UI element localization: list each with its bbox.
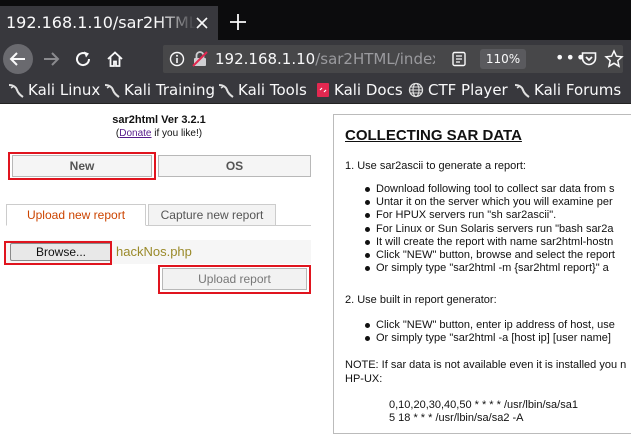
bookmark-kali-forums[interactable]: Kali Forums	[514, 78, 622, 103]
bookmark-kali-linux[interactable]: Kali Linux	[8, 78, 101, 103]
os-button[interactable]: OS	[158, 155, 311, 177]
kali-dragon-icon	[218, 84, 234, 98]
navigation-toolbar: 192.168.1.10/sar2HTML/index 110% •••	[0, 40, 631, 78]
control-panel: sar2html Ver 3.2.1 (Donate if you like!)…	[0, 104, 320, 429]
step1-heading: 1. Use sar2ascii to generate a report:	[345, 160, 526, 172]
note-text: NOTE: If sar data is not available even …	[345, 359, 627, 371]
step1-list: Download following tool to collect sar d…	[365, 183, 615, 275]
browser-tab-strip: 192.168.1.10/sar2HTML/index	[0, 0, 631, 40]
globe-icon	[408, 82, 424, 98]
step2-list: Click "NEW" button, enter ip address of …	[365, 319, 615, 345]
close-tab-icon[interactable]	[194, 15, 210, 31]
bookmark-kali-tools[interactable]: Kali Tools	[218, 78, 307, 103]
pocket-icon[interactable]	[580, 50, 598, 68]
highlight-browse-button	[4, 241, 112, 265]
bookmark-star-icon[interactable]	[604, 49, 624, 69]
bookmark-label: Kali Tools	[238, 81, 307, 99]
insecure-lock-icon[interactable]	[191, 50, 209, 68]
highlight-upload-button	[158, 265, 311, 294]
kali-dragon-icon	[514, 84, 530, 98]
kali-dragon-icon	[8, 84, 24, 98]
reload-button[interactable]	[68, 44, 98, 74]
bookmark-label: Kali Docs	[334, 81, 403, 99]
list-item: For HPUX servers run "sh sar2ascii".	[365, 209, 615, 222]
list-item: Untar it on the server which you will ex…	[365, 196, 615, 209]
page-content: sar2html Ver 3.2.1 (Donate if you like!)…	[0, 104, 631, 434]
donate-line: (Donate if you like!)	[115, 128, 203, 139]
version-title: sar2html Ver 3.2.1	[112, 114, 206, 126]
report-tabs: Upload new report Capture new report	[6, 204, 311, 226]
tab-upload-new-report[interactable]: Upload new report	[6, 204, 146, 226]
hpux-label: HP-UX:	[345, 373, 383, 385]
list-item: It will create the report with name sar2…	[365, 235, 614, 248]
docs-icon	[317, 83, 329, 97]
browser-tab[interactable]: 192.168.1.10/sar2HTML/index	[0, 6, 218, 40]
list-item: For Linux or Sun Solaris servers run "ba…	[365, 222, 614, 235]
url-text[interactable]: 192.168.1.10/sar2HTML/index	[215, 45, 435, 73]
bookmark-label: Kali Forums	[534, 81, 622, 99]
list-item: Click "NEW" button, enter ip address of …	[365, 319, 615, 331]
kali-dragon-icon	[104, 84, 120, 98]
donate-link[interactable]: Donate	[119, 128, 151, 139]
cron-line: 0,10,20,30,40,50 * * * * /usr/lbin/sa/sa…	[389, 399, 578, 411]
home-icon	[107, 51, 123, 67]
info-icon[interactable]	[169, 51, 185, 67]
new-tab-icon[interactable]	[228, 12, 248, 32]
bookmarks-toolbar: Kali Linux Kali Training Kali Tools Kali…	[0, 78, 631, 104]
list-item: Or simply type "sar2html -m {sar2html re…	[365, 262, 615, 275]
url-bar[interactable]: 192.168.1.10/sar2HTML/index 110% •••	[163, 45, 624, 73]
bookmark-label: Kali Training	[124, 81, 216, 99]
list-item: Or simply type "sar2html -a [host ip] [u…	[365, 332, 615, 345]
list-item: Click "NEW" button, browse and select th…	[365, 249, 615, 262]
step2-heading: 2. Use built in report generator:	[345, 294, 497, 306]
instructions-panel: COLLECTING SAR DATA 1. Use sar2ascii to …	[333, 114, 631, 434]
bookmark-ctf-player[interactable]: CTF Player	[408, 78, 508, 103]
browser-tab-title: 192.168.1.10/sar2HTML/index	[6, 13, 196, 32]
bookmark-label: CTF Player	[428, 81, 508, 99]
bookmark-kali-training[interactable]: Kali Training	[104, 78, 216, 103]
back-arrow-icon	[9, 52, 25, 66]
url-path: /sar2HTML/index	[315, 50, 435, 68]
selected-file-name: hackNos.php	[116, 244, 192, 259]
instructions-title: COLLECTING SAR DATA	[345, 127, 522, 144]
list-item: Download following tool to collect sar d…	[365, 183, 615, 195]
zoom-level-badge[interactable]: 110%	[480, 49, 526, 69]
reader-view-icon[interactable]	[451, 51, 467, 67]
forward-arrow-icon	[44, 52, 60, 66]
bookmark-kali-docs[interactable]: Kali Docs	[316, 78, 403, 103]
home-button[interactable]	[100, 44, 130, 74]
tab-capture-new-report[interactable]: Capture new report	[148, 204, 276, 226]
highlight-new-button	[8, 152, 156, 180]
back-button[interactable]	[3, 44, 33, 74]
url-host: 192.168.1.10	[215, 50, 316, 68]
reload-icon	[76, 51, 91, 67]
bookmark-label: Kali Linux	[28, 81, 101, 99]
cron-line: 5 18 * * * /usr/lbin/sa/sa2 -A	[389, 412, 524, 424]
forward-button[interactable]	[36, 44, 66, 74]
